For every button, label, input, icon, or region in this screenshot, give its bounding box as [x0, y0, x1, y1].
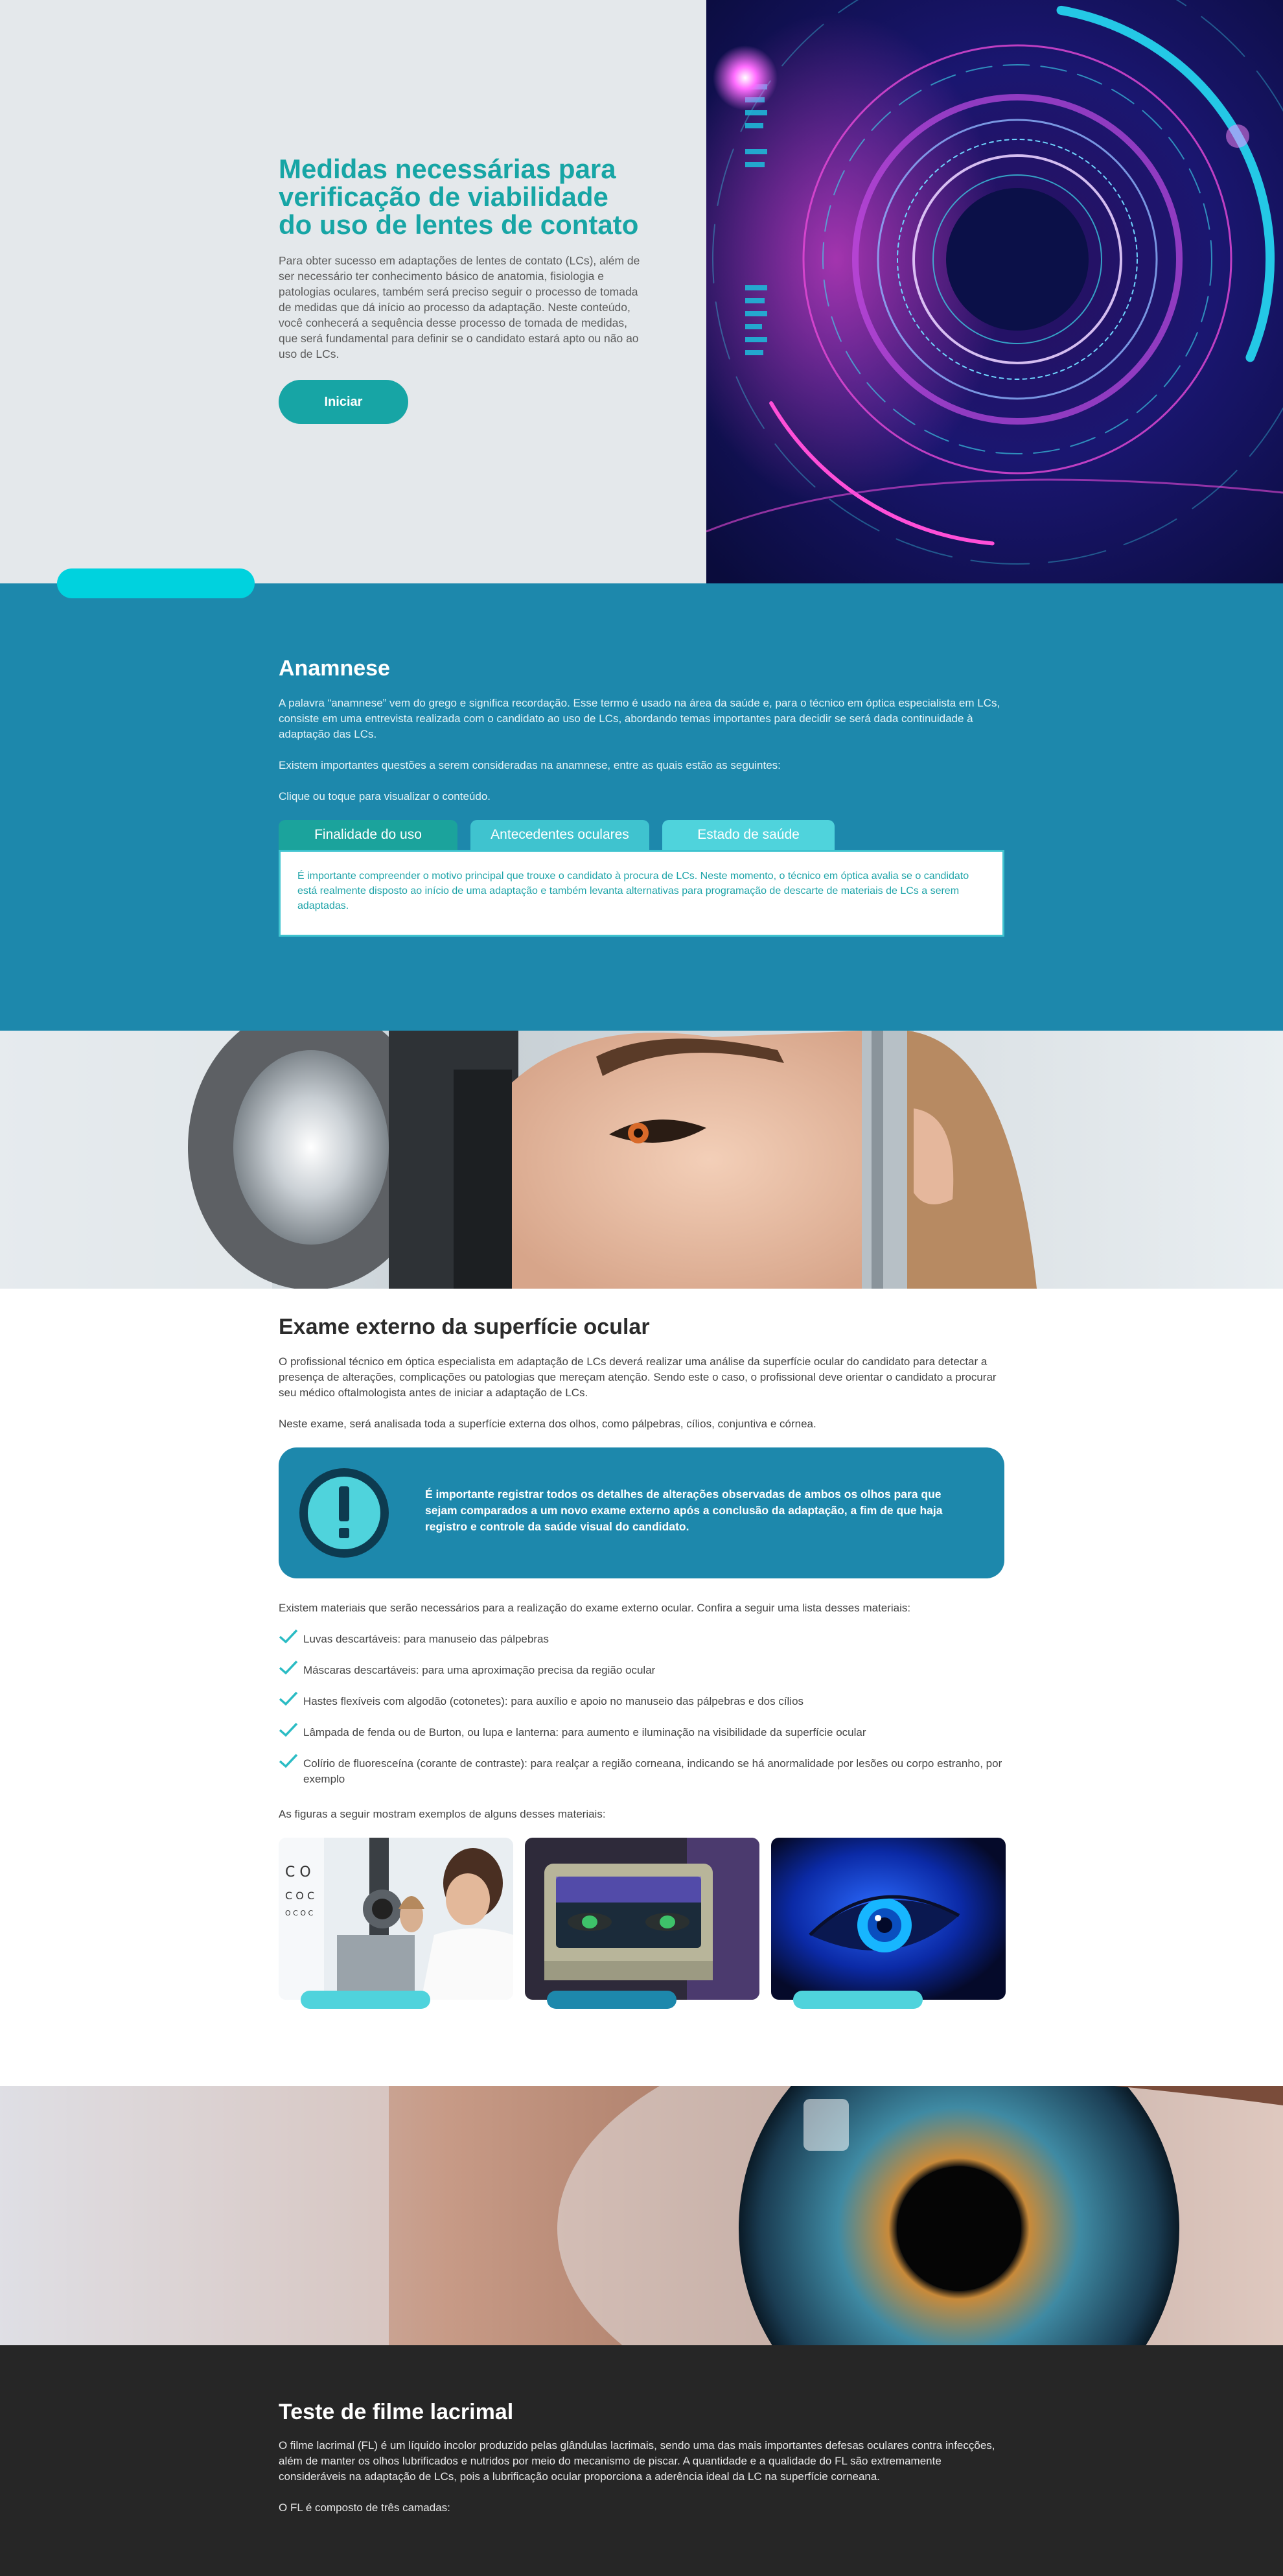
anamnese-section: Anamnese A palavra “anamnese” vem do gre…	[0, 583, 1283, 1031]
list-item: Luvas descartáveis: para manuseio das pá…	[279, 1629, 1004, 1647]
list-item-text: Lâmpada de fenda ou de Burton, ou lupa e…	[303, 1726, 866, 1739]
checkmark-icon	[279, 1722, 298, 1737]
start-button[interactable]: Iniciar	[279, 380, 408, 425]
checkmark-icon	[279, 1691, 298, 1706]
lacrimal-paragraph-1: O filme lacrimal (FL) é um líquido incol…	[279, 2439, 995, 2483]
checkmark-icon	[279, 1629, 298, 1644]
tab-estado-de-saude[interactable]: Estado de saúde	[662, 820, 835, 850]
exame-title: Exame externo da superfície ocular	[279, 1315, 650, 1339]
gallery-caption-button[interactable]	[793, 1991, 923, 2009]
anamnese-tabs: Finalidade do uso Antecedentes oculares …	[279, 820, 1004, 850]
anamnese-paragraph-1: A palavra “anamnese” vem do grego e sign…	[279, 697, 1000, 740]
gallery-item-slit-lamp-exam[interactable]: C O C O C O C O C	[279, 1838, 513, 2009]
decorative-cyan-pill	[57, 568, 255, 598]
hero-title: Medidas necessárias para verificação de …	[279, 154, 639, 240]
svg-text:O C O C: O C O C	[285, 1909, 313, 1917]
exame-section: Exame externo da superfície ocular O pro…	[0, 1289, 1283, 2086]
gallery-caption-button[interactable]	[547, 1991, 676, 2009]
eye-exam-photo	[0, 1031, 1283, 1289]
list-item-text: Máscaras descartáveis: para uma aproxima…	[303, 1664, 656, 1676]
materials-gallery: C O C O C O C O C	[279, 1838, 1006, 2009]
gallery-caption-button[interactable]	[301, 1991, 430, 2009]
hero-section: Medidas necessárias para verificação de …	[0, 0, 1283, 583]
gallery-item-burton-lamp[interactable]	[525, 1838, 759, 2009]
hero-eye-illustration	[706, 0, 1283, 583]
list-item: Colírio de fluoresceína (corante de cont…	[279, 1753, 1004, 1787]
tab-panel-text: É importante compreender o motivo princi…	[297, 871, 969, 911]
gallery-item-fluorescein-eye[interactable]	[771, 1838, 1006, 2009]
tab-panel: É importante compreender o motivo princi…	[279, 850, 1004, 937]
materials-list: Luvas descartáveis: para manuseio das pá…	[279, 1629, 1004, 1787]
anamnese-content: Anamnese A palavra “anamnese” vem do gre…	[279, 656, 1004, 937]
alert-callout: É importante registrar todos os detalhes…	[279, 1447, 1004, 1578]
lacrimal-title: Teste de filme lacrimal	[279, 2400, 514, 2424]
fluorescein-eye-image	[771, 1838, 1006, 2000]
hero-text-block: Medidas necessárias para verificação de …	[279, 154, 642, 425]
tab-antecedentes-oculares[interactable]: Antecedentes oculares	[470, 820, 649, 850]
exclamation-icon	[298, 1467, 390, 1559]
alert-text: É importante registrar todos os detalhes…	[425, 1488, 943, 1533]
list-item: Máscaras descartáveis: para uma aproxima…	[279, 1660, 1004, 1678]
list-item-text: Colírio de fluoresceína (corante de cont…	[303, 1757, 1002, 1785]
anamnese-title: Anamnese	[279, 656, 390, 681]
hero-description: Para obter sucesso em adaptações de lent…	[279, 254, 640, 361]
exame-paragraph-1: O profissional técnico em óptica especia…	[279, 1355, 997, 1399]
exame-paragraph-4: As figuras a seguir mostram exemplos de …	[279, 1808, 606, 1820]
lacrimal-content: Teste de filme lacrimal O filme lacrimal…	[279, 2400, 1004, 2531]
anamnese-instruction: Clique ou toque para visualizar o conteú…	[279, 790, 491, 802]
list-item: Lâmpada de fenda ou de Burton, ou lupa e…	[279, 1722, 1004, 1740]
slit-lamp-exam-image: C O C O C O C O C	[279, 1838, 513, 2000]
lacrimal-section: Teste de filme lacrimal O filme lacrimal…	[0, 2345, 1283, 2576]
svg-text:C O C: C O C	[285, 1890, 314, 1902]
list-item: Hastes flexíveis com algodão (cotonetes)…	[279, 1691, 1004, 1709]
eye-closeup-photo	[0, 2086, 1283, 2345]
lacrimal-paragraph-2: O FL é composto de três camadas:	[279, 2501, 450, 2514]
anamnese-paragraph-2: Existem importantes questões a serem con…	[279, 759, 781, 771]
svg-text:C O: C O	[285, 1864, 311, 1880]
checkmark-icon	[279, 1753, 298, 1768]
exame-content: Exame externo da superfície ocular O pro…	[279, 1315, 1006, 2009]
exame-paragraph-2: Neste exame, será analisada toda a super…	[279, 1418, 816, 1430]
exame-paragraph-3: Existem materiais que serão necessários …	[279, 1602, 911, 1614]
burton-lamp-image	[525, 1838, 759, 2000]
checkmark-icon	[279, 1660, 298, 1675]
list-item-text: Luvas descartáveis: para manuseio das pá…	[303, 1633, 549, 1645]
list-item-text: Hastes flexíveis com algodão (cotonetes)…	[303, 1695, 804, 1707]
tab-finalidade-do-uso[interactable]: Finalidade do uso	[279, 820, 457, 850]
